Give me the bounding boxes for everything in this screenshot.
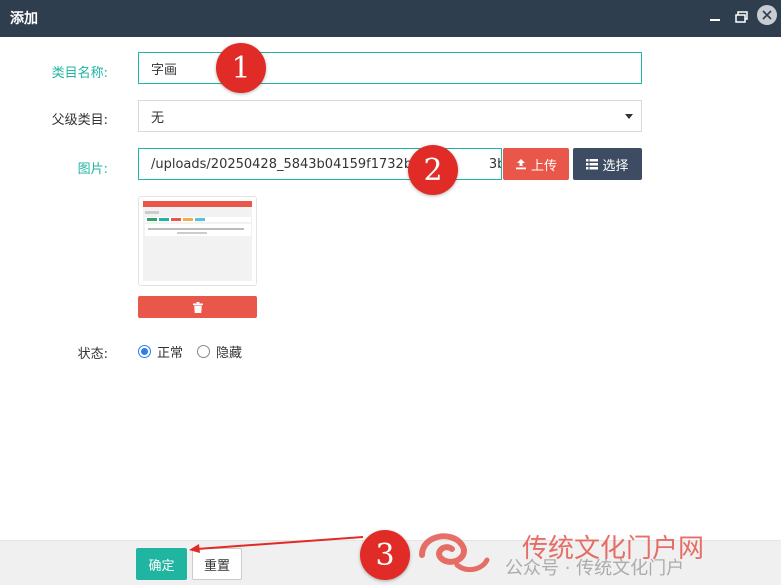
close-button[interactable] xyxy=(757,5,777,25)
close-icon xyxy=(762,10,772,20)
choose-button[interactable]: 选择 xyxy=(573,148,642,180)
status-radio-group: 正常 隐藏 xyxy=(138,342,242,361)
status-label: 状态: xyxy=(77,347,108,362)
status-hidden-label: 隐藏 xyxy=(216,346,243,361)
status-normal-label: 正常 xyxy=(157,346,184,361)
category-name-value: 字画 xyxy=(151,62,178,78)
image-thumbnail xyxy=(138,196,257,286)
status-normal-radio[interactable] xyxy=(138,345,151,358)
category-name-label: 类目名称: xyxy=(51,66,108,81)
dialog-titlebar: 添加 xyxy=(0,0,781,37)
minimize-button[interactable] xyxy=(706,6,724,28)
status-hidden-radio[interactable] xyxy=(197,345,211,358)
image-label: 图片: xyxy=(77,162,108,177)
thumbnail-preview-image xyxy=(143,201,252,281)
parent-category-label: 父级类目: xyxy=(51,113,108,128)
upload-button-label: 上传 xyxy=(530,158,557,174)
step-marker-3: 3 xyxy=(360,530,410,580)
trash-icon xyxy=(192,301,203,313)
step-marker-2: 2 xyxy=(408,145,458,195)
watermark-logo-icon xyxy=(419,533,490,573)
parent-category-value: 无 xyxy=(151,110,165,126)
choose-button-label: 选择 xyxy=(602,158,629,174)
category-name-input[interactable]: 字画 xyxy=(138,52,642,84)
confirm-button[interactable]: 确定 xyxy=(136,548,187,580)
dialog-title: 添加 xyxy=(10,11,38,27)
list-icon xyxy=(586,158,599,169)
image-path-value: /uploads/20250428_5843b04159f1732b1d6e xyxy=(151,156,445,172)
watermark-account: 公众号 · 传统文化门户 xyxy=(505,558,685,579)
upload-icon xyxy=(515,159,526,170)
upload-button[interactable]: 上传 xyxy=(503,148,569,180)
annotation-arrow xyxy=(189,536,364,553)
dropdown-caret-icon xyxy=(625,114,633,119)
step-marker-1: 1 xyxy=(216,43,266,93)
restore-icon xyxy=(734,11,748,23)
delete-image-button[interactable] xyxy=(138,296,257,318)
image-path-value-tail: 3b40c xyxy=(488,156,501,172)
minimize-icon xyxy=(710,19,720,21)
maximize-button[interactable] xyxy=(732,6,750,28)
parent-category-select[interactable]: 无 xyxy=(138,100,642,132)
add-category-dialog: 添加 类目名称: 字画 父级类目: 无 图片: /uploads/2025042… xyxy=(0,0,781,585)
